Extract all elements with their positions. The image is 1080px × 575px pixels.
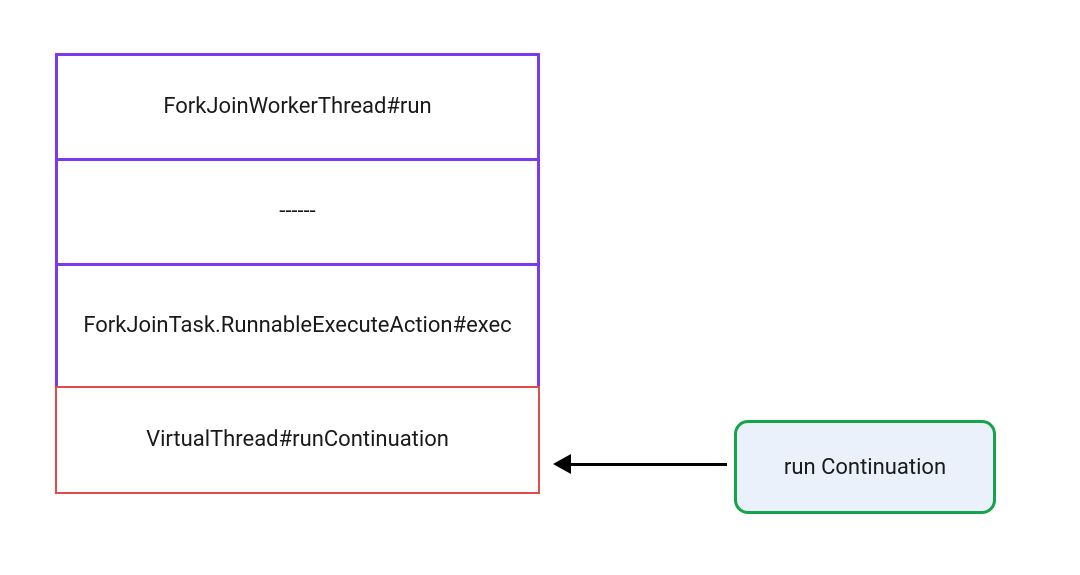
diagram-canvas: ForkJoinWorkerThread#run ------ ForkJoin… <box>0 0 1080 575</box>
stack-frame-ellipsis: ------ <box>58 161 537 266</box>
stack-frame-forkjoin-worker-thread-run: ForkJoinWorkerThread#run <box>58 56 537 161</box>
arrow-shaft <box>563 463 727 466</box>
stack-frame-label: ForkJoinWorkerThread#run <box>163 92 431 122</box>
stack-frame-runnable-execute-action-exec: ForkJoinTask.RunnableExecuteAction#exec <box>58 266 537 386</box>
stack-frame-label: ForkJoinTask.RunnableExecuteAction#exec <box>83 311 511 341</box>
arrow-left-icon <box>553 454 727 474</box>
stack-frame-virtual-thread-run-continuation: VirtualThread#runContinuation <box>55 386 540 494</box>
stack-frame-label: VirtualThread#runContinuation <box>146 425 449 455</box>
side-box-label: run Continuation <box>784 455 946 480</box>
stack-frame-label: ------ <box>279 197 315 227</box>
run-continuation-box: run Continuation <box>734 420 996 514</box>
call-stack: ForkJoinWorkerThread#run ------ ForkJoin… <box>55 53 540 494</box>
arrow-head-icon <box>553 454 571 474</box>
